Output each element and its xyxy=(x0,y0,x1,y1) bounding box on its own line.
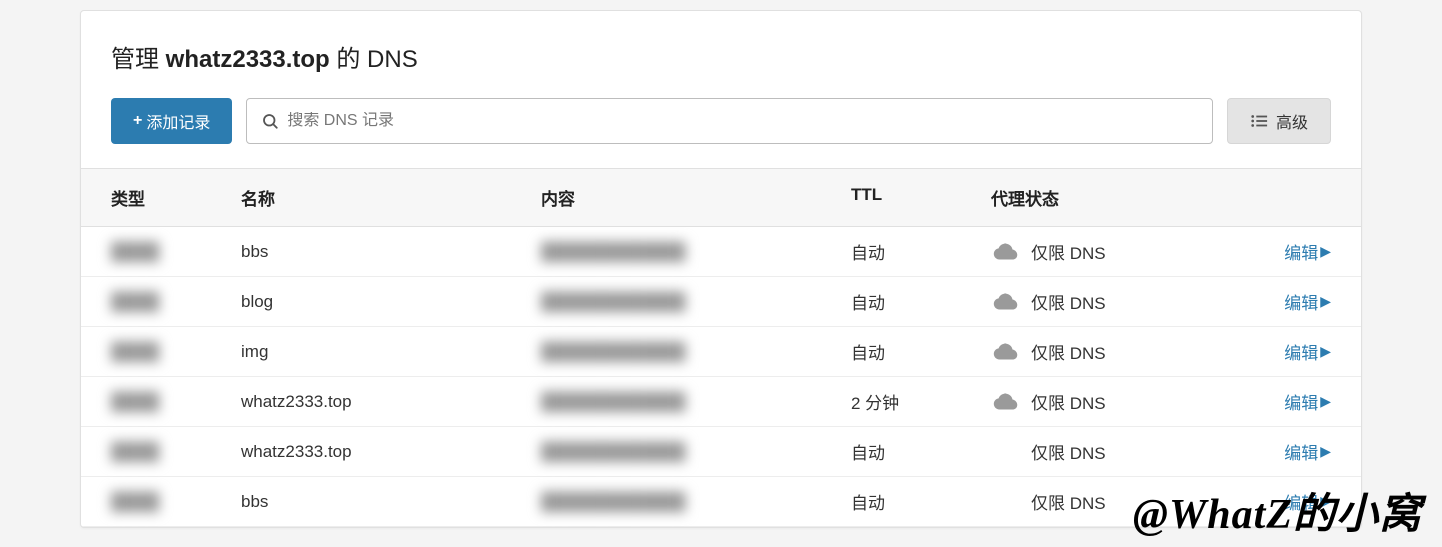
cell-action: 编辑▶ xyxy=(1241,489,1331,514)
chevron-right-icon: ▶ xyxy=(1320,393,1331,410)
chevron-right-icon: ▶ xyxy=(1320,343,1331,360)
cell-action: 编辑▶ xyxy=(1241,439,1331,464)
cloud-icon xyxy=(991,392,1021,412)
cell-type: ████ xyxy=(111,292,241,312)
col-header-proxy: 代理状态 xyxy=(991,185,1241,210)
table-row: ████whatz2333.top████████████自动 仅限 DNS 编辑▶ xyxy=(81,427,1361,477)
cell-proxy: 仅限 DNS xyxy=(991,489,1241,514)
cell-name: whatz2333.top xyxy=(241,442,541,462)
panel-header: 管理 whatz2333.top 的 DNS xyxy=(81,11,1361,98)
table-row: ████blog████████████自动 仅限 DNS 编辑▶ xyxy=(81,277,1361,327)
edit-label: 编辑 xyxy=(1284,289,1318,314)
cell-ttl: 自动 xyxy=(851,489,991,514)
page-title: 管理 whatz2333.top 的 DNS xyxy=(111,39,1331,74)
edit-label: 编辑 xyxy=(1284,489,1318,514)
cloud-icon xyxy=(991,242,1021,262)
proxy-text: 仅限 DNS xyxy=(1031,489,1106,514)
cell-type: ████ xyxy=(111,392,241,412)
table-header: 类型 名称 内容 TTL 代理状态 xyxy=(81,169,1361,227)
col-header-type: 类型 xyxy=(111,185,241,210)
cell-name: whatz2333.top xyxy=(241,392,541,412)
cell-proxy: 仅限 DNS xyxy=(991,339,1241,364)
toolbar: + 添加记录 高级 xyxy=(81,98,1361,168)
cell-name: bbs xyxy=(241,242,541,262)
cell-ttl: 自动 xyxy=(851,339,991,364)
search-wrap[interactable] xyxy=(246,98,1213,144)
plus-icon: + xyxy=(133,112,142,130)
table-row: ████bbs████████████自动 仅限 DNS 编辑▶ xyxy=(81,227,1361,277)
edit-button[interactable]: 编辑▶ xyxy=(1284,339,1331,364)
proxy-text: 仅限 DNS xyxy=(1031,239,1106,264)
search-icon xyxy=(261,112,279,130)
cell-content: ████████████ xyxy=(541,292,851,312)
cell-proxy: 仅限 DNS xyxy=(991,289,1241,314)
cell-content: ████████████ xyxy=(541,442,851,462)
title-domain: whatz2333.top xyxy=(166,46,330,73)
cell-ttl: 自动 xyxy=(851,439,991,464)
list-settings-icon xyxy=(1250,113,1268,129)
cloud-icon xyxy=(991,292,1021,312)
cell-name: img xyxy=(241,342,541,362)
cell-content: ████████████ xyxy=(541,392,851,412)
advanced-button[interactable]: 高级 xyxy=(1227,98,1331,144)
cell-action: 编辑▶ xyxy=(1241,289,1331,314)
cell-type: ████ xyxy=(111,242,241,262)
cell-action: 编辑▶ xyxy=(1241,339,1331,364)
col-header-ttl: TTL xyxy=(851,185,991,210)
cell-type: ████ xyxy=(111,442,241,462)
proxy-text: 仅限 DNS xyxy=(1031,339,1106,364)
chevron-right-icon: ▶ xyxy=(1320,443,1331,460)
cell-proxy: 仅限 DNS xyxy=(991,389,1241,414)
col-header-name: 名称 xyxy=(241,185,541,210)
cell-proxy: 仅限 DNS xyxy=(991,239,1241,264)
cell-content: ████████████ xyxy=(541,342,851,362)
edit-label: 编辑 xyxy=(1284,239,1318,264)
cell-ttl: 自动 xyxy=(851,289,991,314)
edit-label: 编辑 xyxy=(1284,389,1318,414)
edit-button[interactable]: 编辑▶ xyxy=(1284,239,1331,264)
cell-name: bbs xyxy=(241,492,541,512)
table-row: ████img████████████自动 仅限 DNS 编辑▶ xyxy=(81,327,1361,377)
col-header-content: 内容 xyxy=(541,185,851,210)
cell-type: ████ xyxy=(111,342,241,362)
cell-name: blog xyxy=(241,292,541,312)
advanced-label: 高级 xyxy=(1276,109,1308,133)
cell-ttl: 2 分钟 xyxy=(851,389,991,414)
edit-button[interactable]: 编辑▶ xyxy=(1284,439,1331,464)
cell-content: ████████████ xyxy=(541,492,851,512)
chevron-right-icon: ▶ xyxy=(1320,293,1331,310)
table-row: ████whatz2333.top████████████2 分钟 仅限 DNS 编… xyxy=(81,377,1361,427)
edit-label: 编辑 xyxy=(1284,339,1318,364)
cell-type: ████ xyxy=(111,492,241,512)
col-header-action xyxy=(1241,185,1331,210)
edit-label: 编辑 xyxy=(1284,439,1318,464)
cell-action: 编辑▶ xyxy=(1241,389,1331,414)
search-input[interactable] xyxy=(287,112,1198,130)
table-row: ████bbs████████████自动 仅限 DNS 编辑▶ xyxy=(81,477,1361,527)
cell-action: 编辑▶ xyxy=(1241,239,1331,264)
dns-table: 类型 名称 内容 TTL 代理状态 ████bbs████████████自动仅… xyxy=(81,168,1361,527)
proxy-text: 仅限 DNS xyxy=(1031,439,1106,464)
proxy-text: 仅限 DNS xyxy=(1031,289,1106,314)
cloud-icon xyxy=(991,342,1021,362)
dns-panel: 管理 whatz2333.top 的 DNS + 添加记录 高级 类型 xyxy=(80,10,1362,528)
cell-proxy: 仅限 DNS xyxy=(991,439,1241,464)
edit-button[interactable]: 编辑▶ xyxy=(1284,389,1331,414)
edit-button[interactable]: 编辑▶ xyxy=(1284,289,1331,314)
title-prefix: 管理 xyxy=(111,46,166,73)
cell-ttl: 自动 xyxy=(851,239,991,264)
chevron-right-icon: ▶ xyxy=(1320,493,1331,510)
chevron-right-icon: ▶ xyxy=(1320,243,1331,260)
proxy-text: 仅限 DNS xyxy=(1031,389,1106,414)
title-suffix: 的 DNS xyxy=(330,46,418,73)
add-record-label: 添加记录 xyxy=(146,109,210,133)
cell-content: ████████████ xyxy=(541,242,851,262)
add-record-button[interactable]: + 添加记录 xyxy=(111,98,232,144)
edit-button[interactable]: 编辑▶ xyxy=(1284,489,1331,514)
